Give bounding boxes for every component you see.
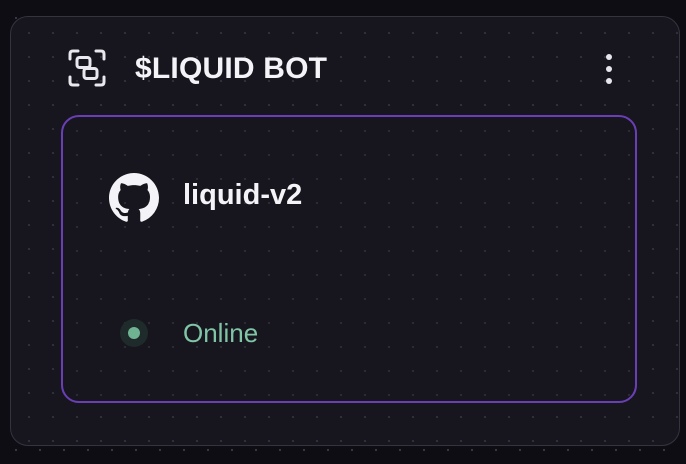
status-label: Online <box>183 318 259 348</box>
node-group-icon <box>67 48 107 88</box>
status-indicator <box>120 319 148 347</box>
more-options-button[interactable] <box>597 49 621 89</box>
node-panel[interactable]: $LIQUID BOT liquid-v2 Online <box>10 16 680 446</box>
node-title: $LIQUID BOT <box>135 52 328 85</box>
more-vertical-icon-dot <box>606 66 612 72</box>
more-vertical-icon <box>606 54 612 60</box>
service-name: liquid-v2 <box>183 179 303 211</box>
github-icon <box>109 173 159 223</box>
service-card[interactable]: liquid-v2 Online <box>61 115 637 403</box>
more-vertical-icon-dot <box>606 78 612 84</box>
node-header: $LIQUID BOT <box>11 17 679 121</box>
